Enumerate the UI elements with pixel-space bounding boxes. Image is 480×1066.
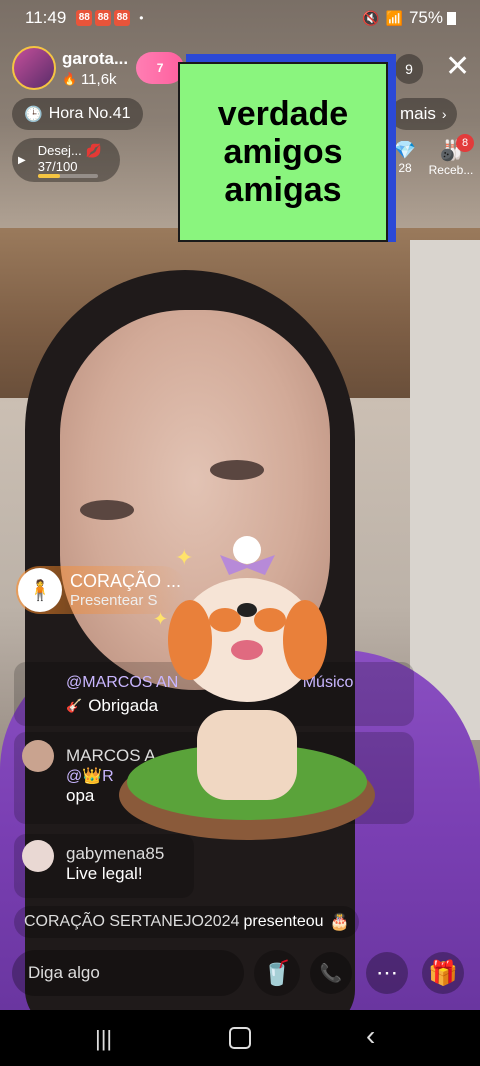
play-icon: ▶ [18, 154, 26, 166]
timer-item[interactable]: 💎 28 [390, 140, 420, 175]
host-likes: 11,6k [80, 70, 117, 88]
user-avatar [22, 740, 54, 772]
puppy-gift-animation: ✦ ✦ [119, 536, 375, 840]
wifi-icon: 📶 [385, 9, 403, 26]
gift-banner: CORAÇÃO SERTANEJO2024 presenteou 🎂 [14, 906, 360, 938]
svg-text:✦: ✦ [175, 545, 193, 570]
back-icon[interactable]: ‹ [366, 1020, 375, 1052]
background-wall [410, 240, 480, 740]
diamond-icon: 💎 [393, 140, 417, 160]
more-icon[interactable]: ⋯ [366, 952, 408, 994]
chevron-right-icon: › [441, 106, 447, 122]
host-avatar[interactable] [12, 46, 56, 90]
comment-input[interactable]: Diga algo [12, 950, 244, 996]
battery-icon [447, 11, 456, 25]
text-sticker: verdade amigos amigas [178, 62, 388, 242]
close-icon[interactable]: ✕ [445, 52, 470, 82]
host-name: garota... [62, 48, 129, 68]
gift-icon[interactable]: 🎁 [422, 952, 464, 994]
guitar-icon: 🎸 [66, 698, 83, 713]
notification-icon: 88 [114, 10, 131, 26]
lips-icon: 💋 [85, 142, 102, 158]
clock: 11:49 [25, 8, 67, 27]
flame-icon: 🔥 [62, 72, 77, 86]
hour-ranking-badge[interactable]: 🕒 Hora No.41 [12, 98, 143, 130]
status-bar: 11:49 88 88 88 • 🔇 📶 75% [0, 0, 480, 36]
mute-icon: 🔇 [362, 9, 380, 26]
call-icon[interactable]: 📞 [310, 952, 352, 994]
cake-icon: 🎂 [329, 914, 350, 931]
recents-icon[interactable]: ||| [95, 1026, 112, 1052]
wish-progress-bar [37, 173, 60, 178]
wish-goal[interactable]: ▶ Desej... 💋 37/100 [12, 138, 120, 182]
notification-icon: 88 [95, 10, 112, 26]
system-nav-bar: ||| ‹ [0, 1010, 480, 1066]
more-button[interactable]: mais › [390, 98, 457, 130]
follow-button[interactable]: 7 [136, 52, 185, 84]
receive-badge: 8 [456, 134, 474, 152]
battery-level: 75% [408, 8, 443, 27]
clock-icon: 🕒 [24, 106, 43, 123]
receive-item[interactable]: 🎳 Receb... 8 [428, 134, 474, 177]
drink-gift-button[interactable]: 🥤 [254, 950, 300, 996]
user-avatar [22, 840, 54, 872]
home-icon[interactable] [229, 1027, 251, 1049]
notification-icon: 88 [76, 10, 93, 26]
host-info[interactable]: garota... 🔥 11,6k 7 [12, 46, 185, 90]
viewer-count[interactable]: 9 [395, 54, 423, 84]
svg-text:✦: ✦ [153, 609, 168, 629]
gifter-avatar: 🧍 [18, 568, 62, 612]
